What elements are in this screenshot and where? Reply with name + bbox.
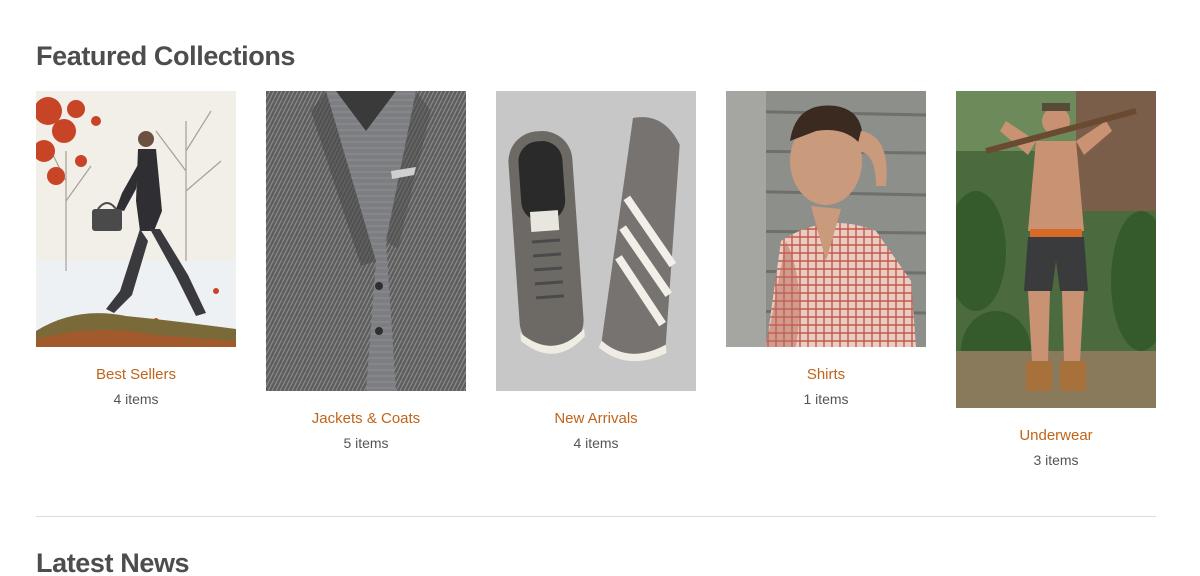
collection-link-underwear[interactable]: Underwear: [956, 428, 1156, 444]
featured-collections-heading: Featured Collections: [36, 41, 296, 71]
latest-news-heading: Latest News: [36, 548, 190, 576]
collection-count-underwear: 3 items: [1033, 452, 1079, 468]
collection-card-best-sellers[interactable]: Best Sellers 4 items: [36, 91, 236, 407]
collection-image-best-sellers[interactable]: [36, 91, 236, 347]
collection-image-shirts[interactable]: [726, 91, 926, 347]
collection-count-shirts: 1 items: [803, 391, 849, 407]
collection-image-new-arrivals[interactable]: [496, 91, 696, 391]
collection-card-shirts[interactable]: Shirts 1 items: [726, 91, 926, 407]
collection-count-new-arrivals: 4 items: [573, 435, 619, 451]
collection-card-jackets-coats[interactable]: Jackets & Coats 5 items: [266, 91, 466, 451]
collections-grid: Best Sellers 4 items Jackets & Coats 5 i…: [36, 91, 1156, 481]
collection-image-jackets-coats[interactable]: [266, 91, 466, 391]
collection-card-new-arrivals[interactable]: New Arrivals 4 items: [496, 91, 696, 451]
collection-count-best-sellers: 4 items: [113, 391, 159, 407]
collection-link-shirts[interactable]: Shirts: [726, 367, 926, 383]
collection-count-jackets-coats: 5 items: [343, 435, 389, 451]
collection-link-best-sellers[interactable]: Best Sellers: [36, 367, 236, 383]
section-divider: [36, 516, 1156, 517]
collection-image-underwear[interactable]: [956, 91, 1156, 408]
collection-link-new-arrivals[interactable]: New Arrivals: [496, 411, 696, 427]
collection-card-underwear[interactable]: Underwear 3 items: [956, 91, 1156, 468]
collection-link-jackets-coats[interactable]: Jackets & Coats: [266, 411, 466, 427]
